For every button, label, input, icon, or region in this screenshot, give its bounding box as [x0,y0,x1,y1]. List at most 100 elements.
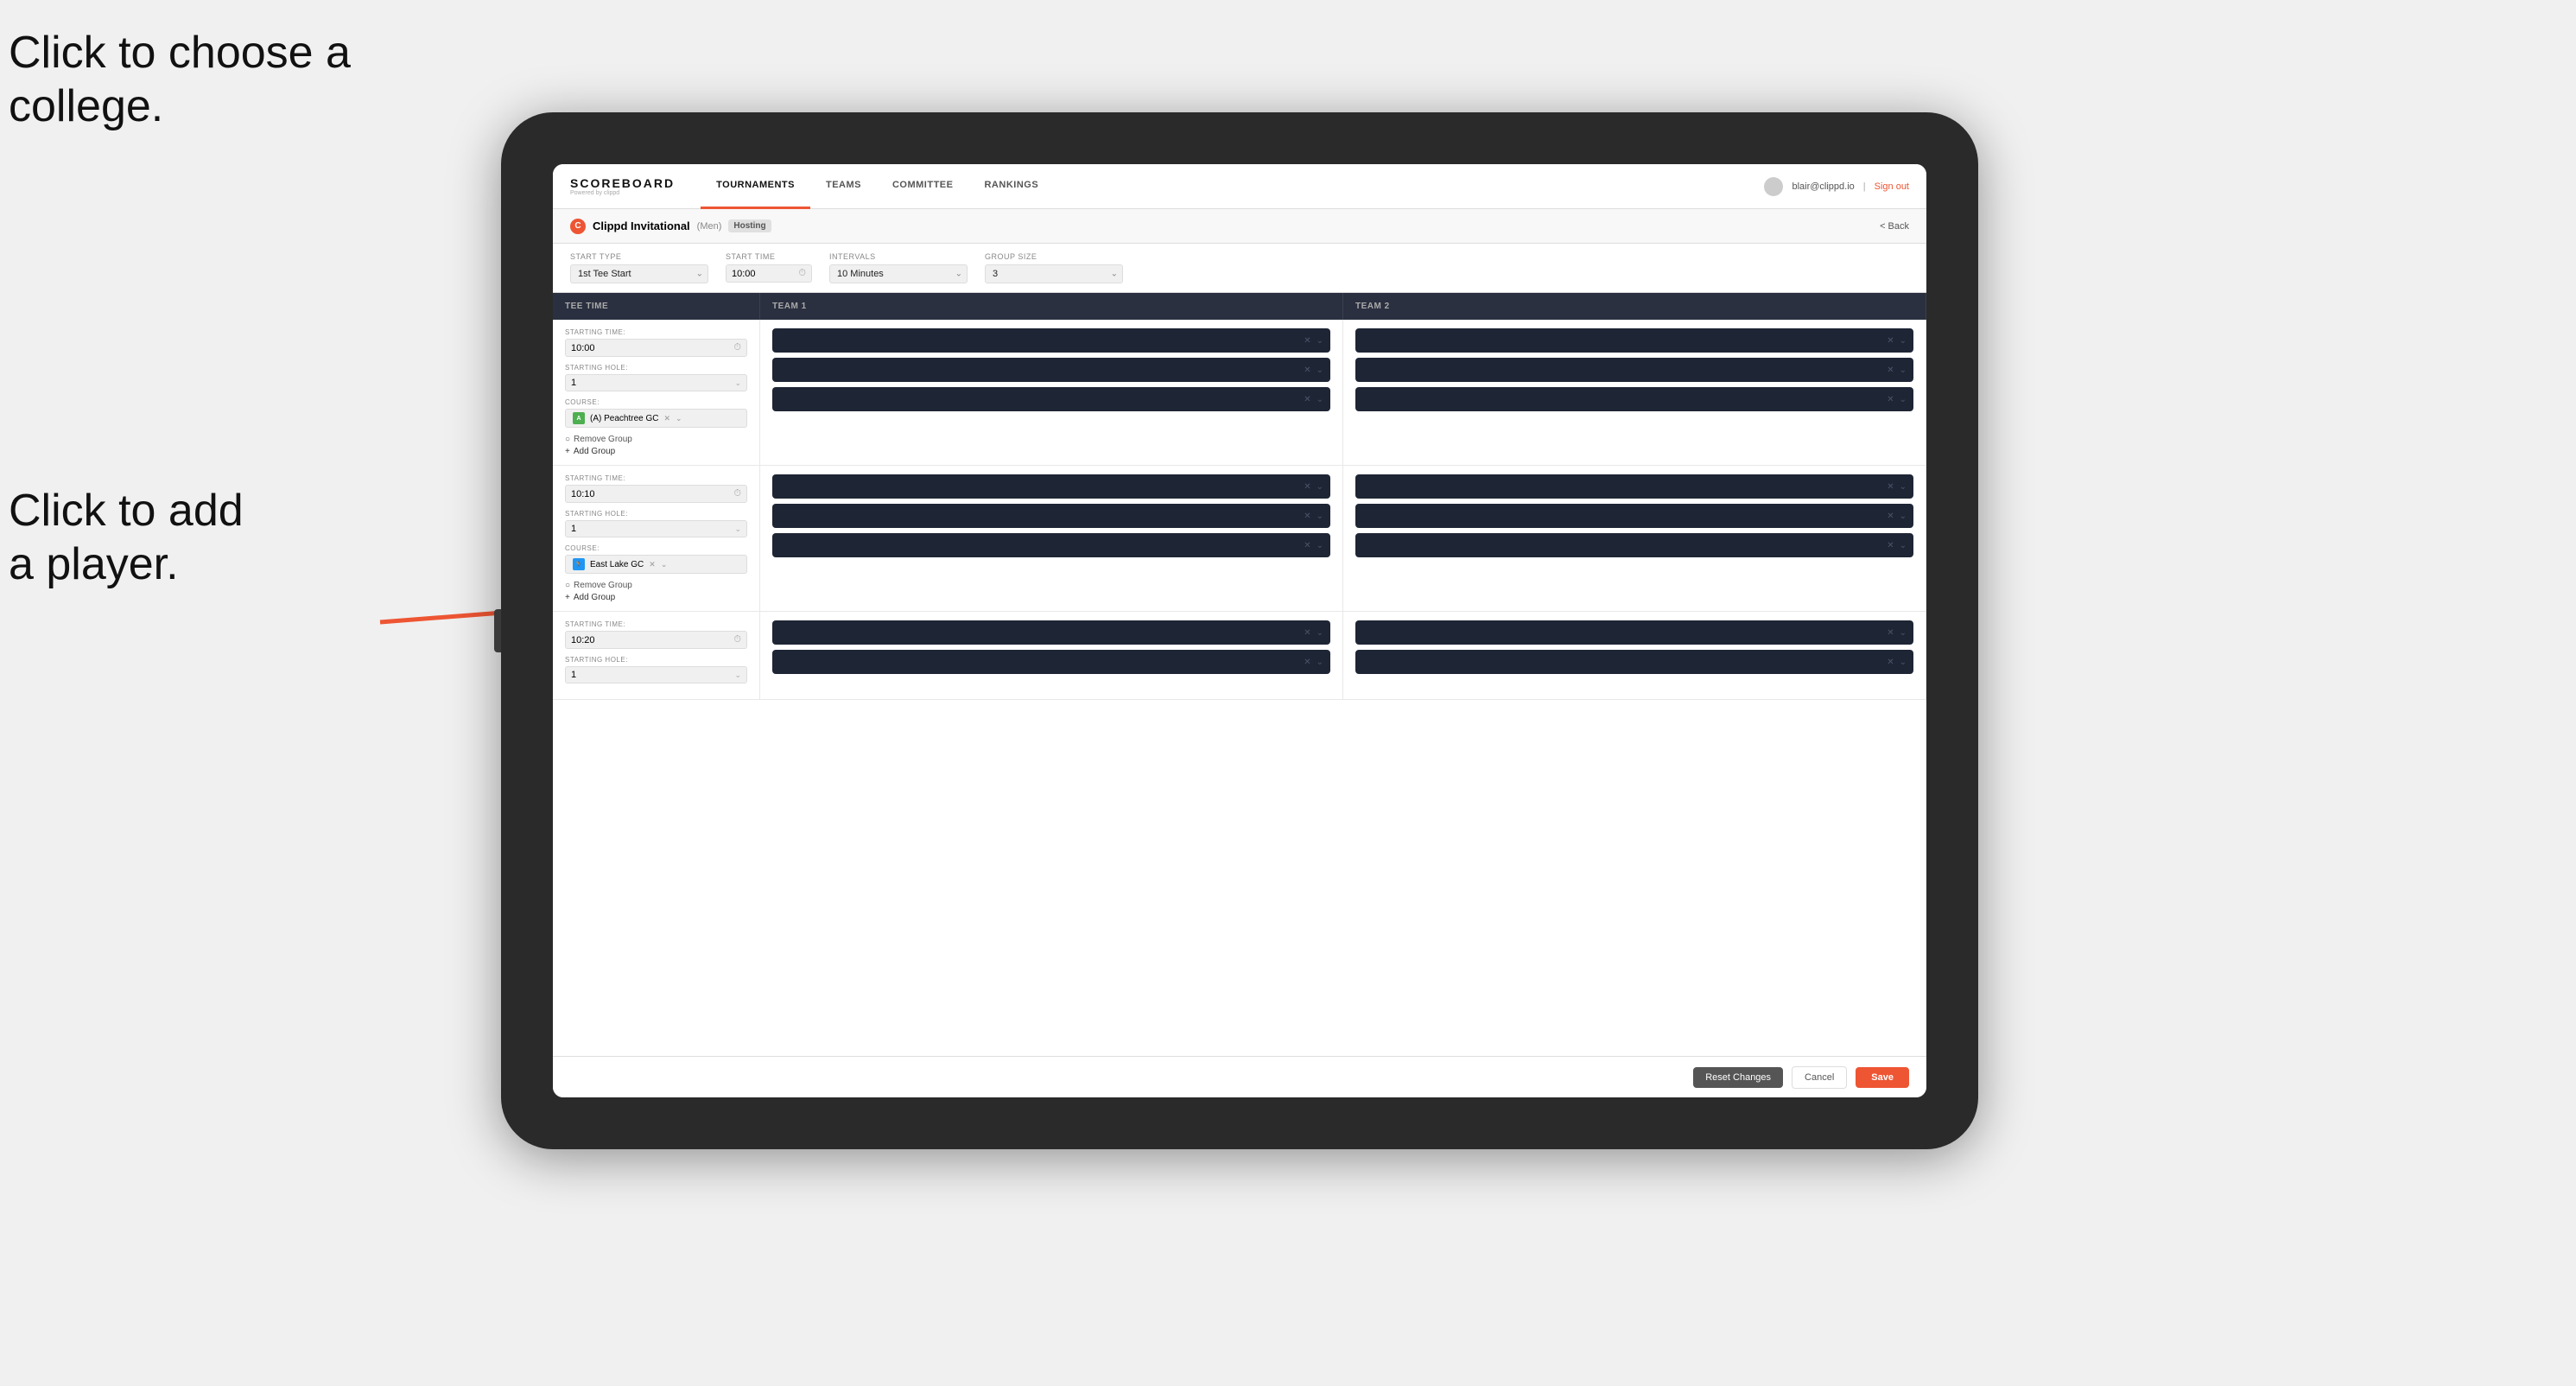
player-slot-3-1[interactable]: ✕ ⌄ [772,474,1330,499]
slot-expand-icon[interactable]: ⌄ [1317,395,1323,404]
slot-expand-icon[interactable]: ⌄ [1317,541,1323,550]
player-slot-4-2[interactable]: ✕ ⌄ [1355,504,1913,528]
player-slot-1-2[interactable]: ✕ ⌄ [772,358,1330,382]
tab-teams[interactable]: TEAMS [810,164,877,209]
slot-x-icon[interactable]: ✕ [1304,512,1310,521]
group-size-label: Group Size [985,252,1123,261]
slot-x-icon[interactable]: ✕ [1304,541,1310,550]
reset-button[interactable]: Reset Changes [1693,1067,1783,1088]
slot-expand-icon[interactable]: ⌄ [1900,336,1907,346]
slot-expand-icon[interactable]: ⌄ [1317,366,1323,375]
course-remove-1[interactable]: ✕ [663,414,670,423]
player-slot-5-1[interactable]: ✕ ⌄ [772,620,1330,645]
slot-expand-icon[interactable]: ⌄ [1317,512,1323,521]
starting-hole-2[interactable]: 1 ⌄ [565,520,747,537]
course-label-1: COURSE: [565,398,747,406]
slot-x-icon[interactable]: ✕ [1887,628,1894,638]
group-size-select[interactable]: 3 2 4 [985,264,1123,283]
bottom-bar: Reset Changes Cancel Save [553,1056,1926,1097]
slot-x-icon[interactable]: ✕ [1304,395,1310,404]
slot-x-icon[interactable]: ✕ [1887,512,1894,521]
slot-expand-icon[interactable]: ⌄ [1900,512,1907,521]
hole-chevron-2: ⌄ [734,525,741,534]
group-actions-1: ○ Remove Group + Add Group [565,435,747,456]
logo-powered-by: Powered by clippd [570,190,675,196]
user-email: blair@clippd.io [1792,181,1854,192]
add-group-2[interactable]: + Add Group [565,593,747,602]
slot-expand-icon[interactable]: ⌄ [1317,482,1323,492]
player-slot-6-2[interactable]: ✕ ⌄ [1355,650,1913,674]
course-remove-2[interactable]: ✕ [649,560,656,569]
start-type-label: Start Type [570,252,708,261]
player-slot-1-1[interactable]: ✕ ⌄ [772,328,1330,353]
tab-rankings[interactable]: RANKINGS [968,164,1054,209]
player-slot-4-1[interactable]: ✕ ⌄ [1355,474,1913,499]
tab-tournaments[interactable]: TOURNAMENTS [701,164,810,209]
group-left-1: STARTING TIME: 10:00 ⏱ STARTING HOLE: 1 … [553,320,760,465]
intervals-select[interactable]: 10 Minutes 8 Minutes 12 Minutes [829,264,968,283]
remove-group-1[interactable]: ○ Remove Group [565,435,747,444]
starting-hole-1[interactable]: 1 ⌄ [565,374,747,391]
slot-expand-icon[interactable]: ⌄ [1317,658,1323,667]
slot-expand-icon[interactable]: ⌄ [1317,336,1323,346]
starting-time-3[interactable]: 10:20 ⏱ [565,631,747,649]
intervals-select-wrapper[interactable]: 10 Minutes 8 Minutes 12 Minutes [829,264,968,283]
slot-x-icon[interactable]: ✕ [1887,658,1894,667]
course-expand-1[interactable]: ⌄ [676,414,682,423]
slot-expand-icon[interactable]: ⌄ [1900,658,1907,667]
slot-x-icon[interactable]: ✕ [1887,336,1894,346]
slot-x-icon[interactable]: ✕ [1887,395,1894,404]
start-type-select[interactable]: 1st Tee Start Shotgun Start [570,264,708,283]
intervals-group: Intervals 10 Minutes 8 Minutes 12 Minute… [829,252,968,283]
slot-x-icon[interactable]: ✕ [1304,628,1310,638]
team1-col-3: ✕ ⌄ ✕ ⌄ [760,612,1343,699]
slot-expand-icon[interactable]: ⌄ [1900,541,1907,550]
start-type-select-wrapper[interactable]: 1st Tee Start Shotgun Start [570,264,708,283]
slot-expand-icon[interactable]: ⌄ [1317,628,1323,638]
tournament-name: Clippd Invitational [593,219,690,232]
slot-x-icon[interactable]: ✕ [1304,482,1310,492]
player-slot-4-3[interactable]: ✕ ⌄ [1355,533,1913,557]
save-button[interactable]: Save [1856,1067,1909,1088]
tab-committee[interactable]: COMMITTEE [877,164,969,209]
slot-x-icon[interactable]: ✕ [1887,482,1894,492]
annotation-bottom: Click to adda player. [9,484,244,592]
remove-icon-2: ○ [565,581,570,590]
player-slot-3-2[interactable]: ✕ ⌄ [772,504,1330,528]
course-expand-2[interactable]: ⌄ [661,560,668,569]
player-slot-1-3[interactable]: ✕ ⌄ [772,387,1330,411]
starting-time-1[interactable]: 10:00 ⏱ [565,339,747,357]
slot-x-icon[interactable]: ✕ [1304,336,1310,346]
team-columns-1: ✕ ⌄ ✕ ⌄ ✕ ⌄ [760,320,1926,465]
course-tag-1[interactable]: A (A) Peachtree GC ✕ ⌄ [565,409,747,428]
team2-col-2: ✕ ⌄ ✕ ⌄ ✕ ⌄ [1343,466,1926,611]
slot-expand-icon[interactable]: ⌄ [1900,628,1907,638]
player-slot-2-2[interactable]: ✕ ⌄ [1355,358,1913,382]
cancel-button[interactable]: Cancel [1792,1066,1847,1089]
player-slot-3-3[interactable]: ✕ ⌄ [772,533,1330,557]
add-group-1[interactable]: + Add Group [565,447,747,456]
start-time-input[interactable]: 10:00 ⏱ [726,264,812,283]
group-size-select-wrapper[interactable]: 3 2 4 [985,264,1123,283]
player-slot-5-2[interactable]: ✕ ⌄ [772,650,1330,674]
player-slot-6-1[interactable]: ✕ ⌄ [1355,620,1913,645]
nav-tabs: TOURNAMENTS TEAMS COMMITTEE RANKINGS [701,164,1764,209]
back-button[interactable]: < Back [1880,221,1909,232]
start-time-value: 10:00 [732,269,756,279]
slot-expand-icon[interactable]: ⌄ [1900,395,1907,404]
slot-x-icon[interactable]: ✕ [1887,366,1894,375]
course-name-2: East Lake GC [590,560,644,569]
sign-out-link[interactable]: Sign out [1875,181,1909,192]
player-slot-2-1[interactable]: ✕ ⌄ [1355,328,1913,353]
starting-time-2[interactable]: 10:10 ⏱ [565,485,747,503]
slot-expand-icon[interactable]: ⌄ [1900,482,1907,492]
course-tag-2[interactable]: 🏌 East Lake GC ✕ ⌄ [565,555,747,574]
slot-x-icon[interactable]: ✕ [1887,541,1894,550]
slot-x-icon[interactable]: ✕ [1304,366,1310,375]
starting-hole-3[interactable]: 1 ⌄ [565,666,747,683]
team-columns-3: ✕ ⌄ ✕ ⌄ ✕ ⌄ [760,612,1926,699]
player-slot-2-3[interactable]: ✕ ⌄ [1355,387,1913,411]
remove-group-2[interactable]: ○ Remove Group [565,581,747,590]
slot-x-icon[interactable]: ✕ [1304,658,1310,667]
slot-expand-icon[interactable]: ⌄ [1900,366,1907,375]
